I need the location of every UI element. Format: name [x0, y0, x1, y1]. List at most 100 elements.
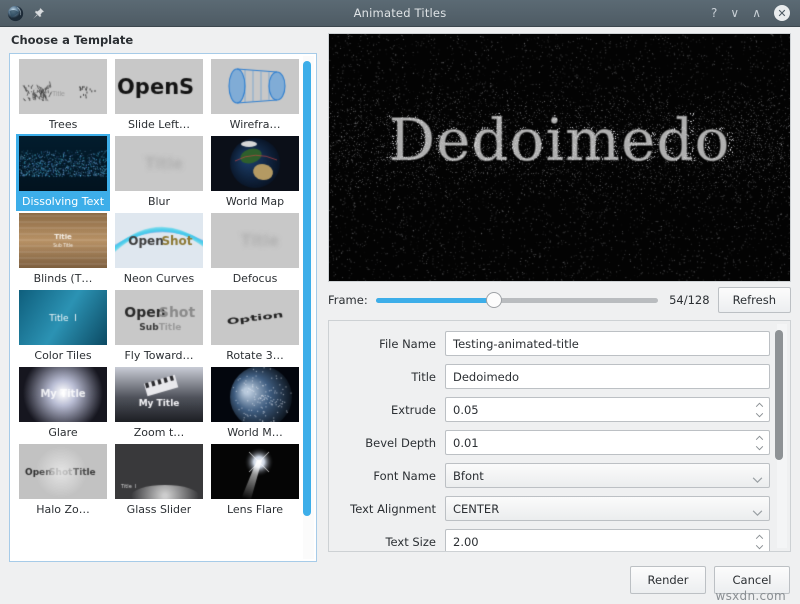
field-value: CENTER — [453, 502, 499, 516]
frame-counter: 54/128 — [666, 293, 710, 307]
field-extrude[interactable]: 0.05 — [445, 397, 770, 422]
template-label: Lens Flare — [227, 503, 283, 516]
template-thumbnail — [211, 136, 299, 191]
template-item[interactable]: Glass Slider — [112, 442, 206, 519]
spinner-arrows-icon[interactable] — [754, 435, 764, 450]
template-list[interactable]: Trees Slide Left… Wirefra… Dissolving Text B… — [9, 53, 317, 562]
template-item[interactable]: Fly Toward… — [112, 288, 206, 365]
field-label-bevel-depth: Bevel Depth — [335, 436, 445, 450]
template-item[interactable]: Blur — [112, 134, 206, 211]
field-bevel-depth[interactable]: 0.01 — [445, 430, 770, 455]
form-row: TitleDedoimedo — [335, 360, 770, 393]
field-title[interactable]: Dedoimedo — [445, 364, 770, 389]
template-label: Zoom t… — [134, 426, 185, 439]
template-label: Wirefra… — [230, 118, 281, 131]
field-font-name[interactable]: Bfont — [445, 463, 770, 488]
template-label: Glass Slider — [127, 503, 192, 516]
field-text-size[interactable]: 2.00 — [445, 529, 770, 552]
spinner-arrows-icon[interactable] — [754, 402, 764, 417]
title-properties-form: File NameTesting-animated-titleTitleDedo… — [328, 320, 791, 552]
field-label-font-name: Font Name — [335, 469, 445, 483]
form-row: Font Name Bfont — [335, 459, 770, 492]
template-item[interactable]: Defocus — [208, 211, 302, 288]
template-item[interactable]: Neon Curves — [112, 211, 206, 288]
chevron-down-icon[interactable] — [752, 472, 763, 479]
field-label-extrude: Extrude — [335, 403, 445, 417]
form-row: Text Size 2.00 — [335, 525, 770, 552]
field-file-name[interactable]: Testing-animated-title — [445, 331, 770, 356]
frame-slider-handle[interactable] — [486, 292, 502, 308]
form-row: Text Alignment CENTER — [335, 492, 770, 525]
field-value: Testing-animated-title — [453, 337, 579, 351]
template-thumbnail — [211, 444, 299, 499]
template-label: Blinds (T… — [34, 272, 93, 285]
field-value: 2.00 — [453, 535, 479, 549]
template-thumbnail — [115, 367, 203, 422]
template-label: Fly Toward… — [124, 349, 193, 362]
template-item[interactable]: Wirefra… — [208, 57, 302, 134]
template-label: Slide Left… — [128, 118, 190, 131]
template-item-selected[interactable]: Dissolving Text — [16, 134, 110, 211]
form-rows: File NameTesting-animated-titleTitleDedo… — [329, 321, 790, 552]
window-title: Animated Titles — [120, 6, 680, 20]
maximize-icon[interactable]: ∧ — [752, 7, 761, 19]
template-label: Rotate 3… — [226, 349, 284, 362]
form-scrollbar-thumb[interactable] — [775, 330, 783, 460]
template-thumbnail — [115, 213, 203, 268]
template-item[interactable]: Lens Flare — [208, 442, 302, 519]
template-thumbnail — [19, 136, 107, 191]
template-item[interactable]: World M… — [208, 365, 302, 442]
form-scrollbar-track[interactable] — [777, 324, 787, 548]
template-thumbnail — [19, 213, 107, 268]
form-row: File NameTesting-animated-title — [335, 327, 770, 360]
field-label-text-alignment: Text Alignment — [335, 502, 445, 516]
preview-title-text: Dedoimedo — [329, 106, 790, 174]
template-label: Color Tiles — [34, 349, 91, 362]
template-thumbnail — [19, 367, 107, 422]
template-thumbnail — [115, 444, 203, 499]
frame-label: Frame: — [328, 293, 368, 307]
template-item[interactable]: Trees — [16, 57, 110, 134]
template-thumbnail — [115, 59, 203, 114]
help-icon[interactable]: ? — [711, 7, 717, 19]
preview-image: Dedoimedo — [328, 33, 791, 282]
frame-control-row: Frame: 54/128 Refresh — [328, 286, 791, 314]
chevron-down-icon[interactable] — [752, 505, 763, 512]
template-item[interactable]: Slide Left… — [112, 57, 206, 134]
template-item[interactable]: Blinds (T… — [16, 211, 110, 288]
close-icon[interactable]: ✕ — [774, 5, 790, 21]
template-thumbnail — [211, 367, 299, 422]
field-label-text-size: Text Size — [335, 535, 445, 549]
template-list-scrollbar-track[interactable] — [303, 56, 314, 559]
choose-template-label: Choose a Template — [9, 33, 319, 47]
spinner-arrows-icon[interactable] — [754, 534, 764, 549]
frame-slider[interactable] — [376, 291, 658, 309]
template-label: Neon Curves — [124, 272, 194, 285]
animated-titles-dialog: Animated Titles ? ∨ ∧ ✕ Choose a Templat… — [0, 0, 800, 604]
template-thumbnail — [19, 444, 107, 499]
globe-icon — [7, 5, 24, 22]
template-item[interactable]: World Map — [208, 134, 302, 211]
field-text-alignment[interactable]: CENTER — [445, 496, 770, 521]
template-item[interactable]: Zoom t… — [112, 365, 206, 442]
template-item[interactable]: Color Tiles — [16, 288, 110, 365]
template-label: Dissolving Text — [22, 195, 104, 208]
template-list-scrollbar-thumb[interactable] — [303, 61, 311, 516]
field-value: 0.01 — [453, 436, 479, 450]
template-item[interactable]: Halo Zo… — [16, 442, 110, 519]
refresh-button[interactable]: Refresh — [718, 287, 791, 313]
template-label: World M… — [227, 426, 283, 439]
template-thumbnail — [19, 290, 107, 345]
field-label-title: Title — [335, 370, 445, 384]
template-item[interactable]: Rotate 3… — [208, 288, 302, 365]
render-button[interactable]: Render — [630, 566, 706, 594]
template-label: Trees — [49, 118, 78, 131]
minimize-icon[interactable]: ∨ — [730, 7, 739, 19]
template-chooser-panel: Choose a Template Trees Slide Left… Wirefr… — [9, 33, 319, 562]
pin-icon[interactable] — [32, 7, 45, 20]
window-titlebar: Animated Titles ? ∨ ∧ ✕ — [0, 0, 800, 27]
field-value: Bfont — [453, 469, 484, 483]
template-label: Halo Zo… — [36, 503, 90, 516]
template-thumbnail — [211, 213, 299, 268]
template-item[interactable]: Glare — [16, 365, 110, 442]
